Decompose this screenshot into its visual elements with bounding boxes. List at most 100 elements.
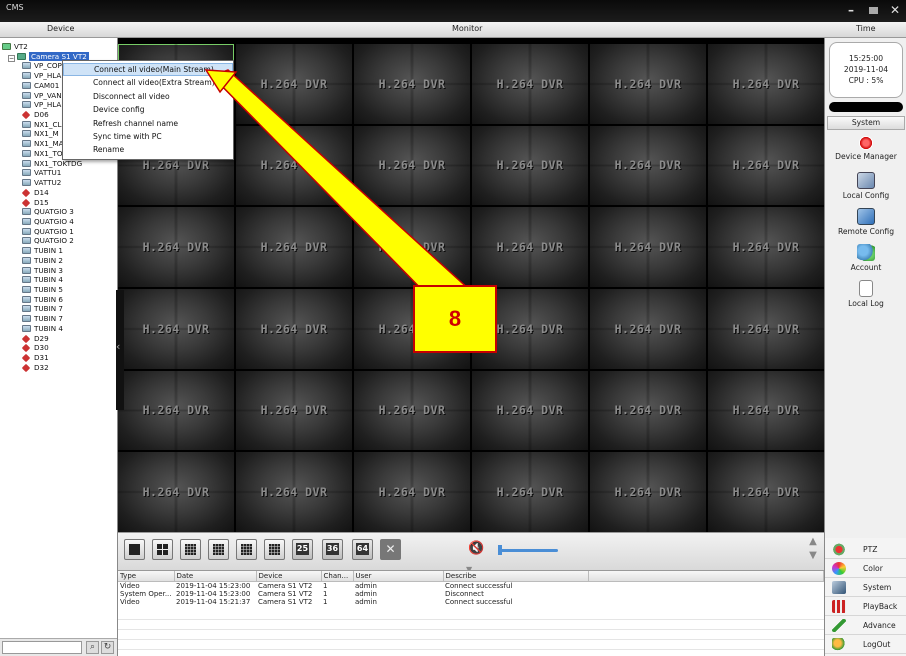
video-tile[interactable]: H.264 DVR <box>472 370 588 451</box>
tree-item[interactable]: D31 <box>21 353 49 363</box>
video-tile[interactable]: H.264 DVR <box>354 44 470 124</box>
menu-item-connect-extra-stream[interactable]: Connect all video(Extra Stream) <box>63 76 233 89</box>
table-row[interactable]: System Oper... 2019-11-04 15:23:00 Camer… <box>118 590 824 598</box>
tree-item[interactable]: QUATGIO 3 <box>22 207 74 217</box>
layout-16-button[interactable] <box>264 539 285 560</box>
tree-item[interactable]: QUATGIO 1 <box>22 227 74 237</box>
refresh-icon[interactable]: ↻ <box>101 641 114 654</box>
account-button[interactable]: Account <box>825 244 906 272</box>
minimize-button[interactable]: – <box>840 0 862 20</box>
nav-logout[interactable]: LogOut <box>825 635 906 654</box>
video-tile[interactable]: H.264 DVR <box>590 288 706 369</box>
device-manager-button[interactable]: Device Manager <box>825 136 906 161</box>
log-col-user[interactable]: User <box>353 571 444 582</box>
video-tile[interactable]: H.264 DVR <box>472 125 588 206</box>
layout-4-button[interactable] <box>152 539 173 560</box>
volume-slider[interactable] <box>498 549 558 552</box>
layout-6-button[interactable] <box>180 539 201 560</box>
tree-item[interactable]: VP_COP <box>22 61 62 71</box>
video-tile[interactable]: H.264 DVR <box>236 207 352 287</box>
video-tile[interactable]: H.264 DVR <box>118 452 234 532</box>
log-col-type[interactable]: Type <box>118 571 175 582</box>
tree-item[interactable]: D29 <box>21 334 49 344</box>
video-tile[interactable]: H.264 DVR <box>354 452 470 532</box>
tree-item[interactable]: D14 <box>21 188 49 198</box>
tree-item[interactable]: TUBIN 1 <box>22 246 63 256</box>
layout-9-button[interactable] <box>208 539 229 560</box>
mute-icon[interactable]: 🔇 <box>468 541 484 556</box>
search-icon[interactable]: ⌕ <box>86 641 99 654</box>
tree-item[interactable]: QUATGIO 2 <box>22 236 74 246</box>
tree-item[interactable]: TUBIN 7 <box>22 314 63 324</box>
log-col-channel[interactable]: Chan... <box>321 571 354 582</box>
tree-item[interactable]: D15 <box>21 198 49 208</box>
layout-8-button[interactable] <box>236 539 257 560</box>
menu-item-refresh-channel-name[interactable]: Refresh channel name <box>63 117 233 130</box>
tree-item[interactable]: TUBIN 5 <box>22 285 63 295</box>
tree-item[interactable]: NX1_CL <box>22 120 62 130</box>
video-tile[interactable]: H.264 DVR <box>590 452 706 532</box>
video-tile[interactable]: H.264 DVR <box>236 44 352 124</box>
log-col-device[interactable]: Device <box>256 571 322 582</box>
video-tile[interactable]: H.264 DVR <box>708 370 824 451</box>
table-row[interactable]: Video 2019-11-04 15:21:37 Camera S1 VT2 … <box>118 598 824 606</box>
tree-item[interactable]: D32 <box>21 363 49 373</box>
nav-color[interactable]: Color <box>825 559 906 578</box>
nav-system[interactable]: System <box>825 578 906 597</box>
menu-item-disconnect-all[interactable]: Disconnect all video <box>63 90 233 103</box>
log-col-date[interactable]: Date <box>174 571 257 582</box>
maximize-button[interactable] <box>862 0 884 20</box>
video-tile[interactable]: H.264 DVR <box>590 125 706 206</box>
tree-item[interactable]: VP_HLA <box>22 100 61 110</box>
video-tile[interactable]: H.264 DVR <box>236 125 352 206</box>
video-tile[interactable]: H.264 DVR <box>236 288 352 369</box>
fullscreen-button[interactable] <box>380 539 401 560</box>
layout-25-button[interactable]: 25 <box>292 539 313 560</box>
tree-item[interactable]: NX1_TOKTDG <box>22 159 82 169</box>
video-tile[interactable]: H.264 DVR <box>354 207 470 287</box>
menu-item-device-config[interactable]: Device config <box>63 103 233 116</box>
tree-item[interactable]: TUBIN 2 <box>22 256 63 266</box>
table-row[interactable]: Video 2019-11-04 15:23:00 Camera S1 VT2 … <box>118 581 824 590</box>
local-log-button[interactable]: Local Log <box>825 280 906 308</box>
tree-item[interactable]: QUATGIO 4 <box>22 217 74 227</box>
remote-config-button[interactable]: Remote Config <box>825 208 906 236</box>
tree-item[interactable]: TUBIN 4 <box>22 324 63 334</box>
layout-1-button[interactable] <box>124 539 145 560</box>
local-config-button[interactable]: Local Config <box>825 172 906 200</box>
tree-item[interactable]: TUBIN 7 <box>22 304 63 314</box>
video-tile[interactable]: H.264 DVR <box>590 207 706 287</box>
tree-item[interactable]: VATTU1 <box>22 168 61 178</box>
close-button[interactable]: ✕ <box>884 0 906 20</box>
log-col-describe[interactable]: Describe <box>443 571 589 582</box>
tree-item[interactable]: VP_VAN <box>22 91 62 101</box>
tree-item[interactable]: NX1_M <box>22 129 59 139</box>
nav-ptz[interactable]: PTZ <box>825 540 906 559</box>
tree-item[interactable]: CAM01 <box>22 81 59 91</box>
tree-item[interactable]: D06 <box>21 110 49 120</box>
nav-advance[interactable]: Advance <box>825 616 906 635</box>
tree-item[interactable]: TUBIN 6 <box>22 295 63 305</box>
video-tile[interactable]: H.264 DVR <box>708 207 824 287</box>
video-tile[interactable]: H.264 DVR <box>472 452 588 532</box>
tree-item[interactable]: D30 <box>21 343 49 353</box>
tree-item[interactable]: TUBIN 4 <box>22 275 63 285</box>
video-tile[interactable]: H.264 DVR <box>590 44 706 124</box>
tree-item[interactable]: VP_HLA <box>22 71 61 81</box>
video-tile[interactable]: H.264 DVR <box>236 452 352 532</box>
video-tile[interactable]: H.264 DVR <box>708 44 824 124</box>
tree-item[interactable]: VATTU2 <box>22 178 61 188</box>
layout-36-button[interactable]: 36 <box>322 539 343 560</box>
video-tile[interactable]: H.264 DVR <box>708 125 824 206</box>
video-tile[interactable]: H.264 DVR <box>118 370 234 451</box>
menu-item-rename[interactable]: Rename <box>63 143 233 156</box>
video-tile[interactable]: H.264 DVR <box>118 207 234 287</box>
menu-item-sync-time[interactable]: Sync time with PC <box>63 130 233 143</box>
tree-item[interactable]: VT2 <box>2 42 28 52</box>
system-tab[interactable]: System <box>827 116 905 130</box>
video-tile[interactable]: H.264 DVR <box>472 44 588 124</box>
video-tile[interactable]: H.264 DVR <box>354 125 470 206</box>
device-search-input[interactable] <box>2 641 82 654</box>
collapse-icon[interactable]: − <box>8 54 15 62</box>
video-tile[interactable]: H.264 DVR <box>354 370 470 451</box>
